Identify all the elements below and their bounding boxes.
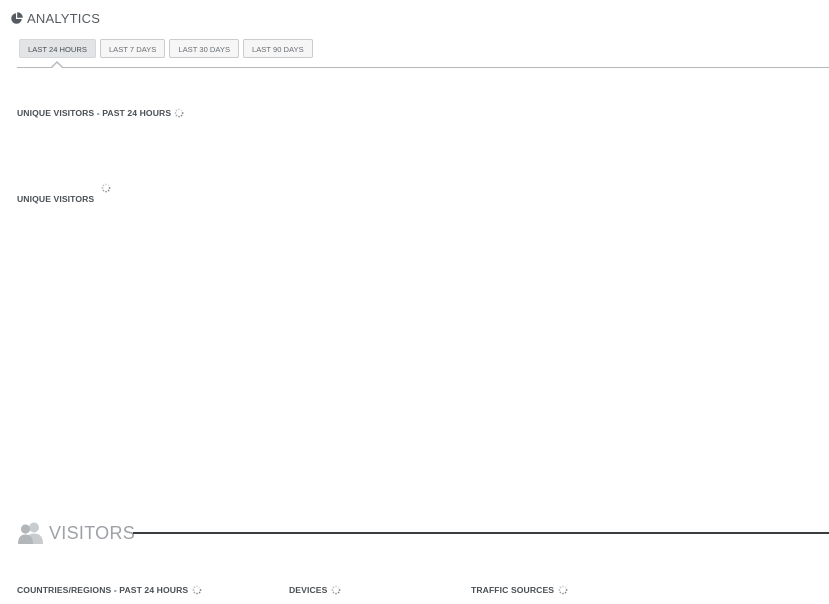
spinner-dot [331, 589, 334, 591]
pie-chart-icon [10, 11, 23, 25]
countries-regions-label: COUNTRIES/REGIONS - PAST 24 HOURS [17, 585, 189, 595]
time-range-tabs: LAST 24 HOURS LAST 7 DAYS LAST 30 DAYS L… [19, 39, 313, 58]
unique-visitors-label: UNIQUE VISITORS [17, 194, 95, 204]
tab-last-24-hours[interactable]: LAST 24 HOURS [19, 39, 96, 58]
loading-spinner-icon [192, 585, 202, 595]
loading-spinner-icon [331, 585, 341, 595]
spinner-dot [174, 112, 177, 114]
devices-label: DEVICES [289, 585, 328, 595]
spinner-dot [338, 586, 340, 589]
spinner-dot [102, 189, 105, 192]
spinner-dot [339, 589, 341, 591]
spinner-dot [196, 592, 199, 595]
spinner-dot [332, 591, 335, 594]
loading-spinner-icon [101, 183, 111, 193]
spinner-dot [107, 189, 110, 192]
countries-regions-heading: COUNTRIES/REGIONS - PAST 24 HOURS [17, 585, 202, 595]
spinner-dot [180, 114, 183, 117]
loading-spinner-icon [558, 585, 568, 595]
spinner-dot [175, 114, 178, 117]
spinner-dot [562, 592, 565, 595]
devices-heading: DEVICES [289, 585, 341, 595]
spinner-dot [335, 585, 338, 588]
traffic-sources-label: TRAFFIC SOURCES [471, 585, 555, 595]
visitors-section-title: VISITORS [49, 522, 136, 543]
tab-last-30-days[interactable]: LAST 30 DAYS [169, 39, 240, 58]
spinner-dot [180, 109, 183, 112]
users-icon [17, 521, 45, 545]
spinner-dot [108, 187, 111, 189]
spinner-dot [198, 586, 201, 589]
unique-visitors-24h-heading: UNIQUE VISITORS - PAST 24 HOURS [17, 108, 184, 118]
spinner-dot [193, 586, 196, 589]
spinner-dot [178, 115, 181, 118]
spinner-dot [178, 108, 181, 111]
tab-last-90-days[interactable]: LAST 90 DAYS [243, 39, 313, 58]
traffic-sources-heading: TRAFFIC SOURCES [471, 585, 568, 595]
unique-visitors-heading: UNIQUE VISITORS [17, 194, 94, 204]
spinner-dot [338, 591, 340, 594]
spinner-dot [107, 184, 110, 187]
spinner-dot [196, 585, 199, 588]
loading-spinner-icon [174, 108, 184, 118]
spinner-dot [559, 586, 562, 589]
visitors-divider [133, 532, 829, 534]
tab-last-7-days[interactable]: LAST 7 DAYS [99, 39, 166, 58]
spinner-dot [564, 586, 567, 589]
spinner-dot [192, 589, 195, 591]
spinner-dot [335, 592, 338, 595]
visitors-section-header: VISITORS [17, 521, 135, 545]
analytics-page: ANALYTICS LAST 24 HOURS LAST 7 DAYS LAST… [0, 0, 829, 604]
analytics-header: ANALYTICS [10, 10, 100, 26]
spinner-dot [175, 109, 178, 112]
spinner-dot [102, 184, 105, 187]
spinner-dot [193, 591, 196, 594]
spinner-dot [562, 585, 565, 588]
spinner-dot [332, 586, 335, 589]
spinner-dot [181, 112, 184, 114]
spinner-dot [101, 187, 104, 189]
spinner-dot [105, 190, 107, 193]
unique-visitors-24h-label: UNIQUE VISITORS - PAST 24 HOURS [17, 108, 172, 118]
spinner-dot [564, 591, 567, 594]
page-title: ANALYTICS [27, 10, 101, 26]
spinner-dot [198, 591, 201, 594]
spinner-dot [558, 589, 561, 591]
spinner-dot [199, 589, 202, 591]
spinner-dot [565, 589, 568, 591]
spinner-dot [559, 591, 562, 594]
spinner-dot [105, 183, 107, 186]
tabs-divider [17, 67, 829, 68]
